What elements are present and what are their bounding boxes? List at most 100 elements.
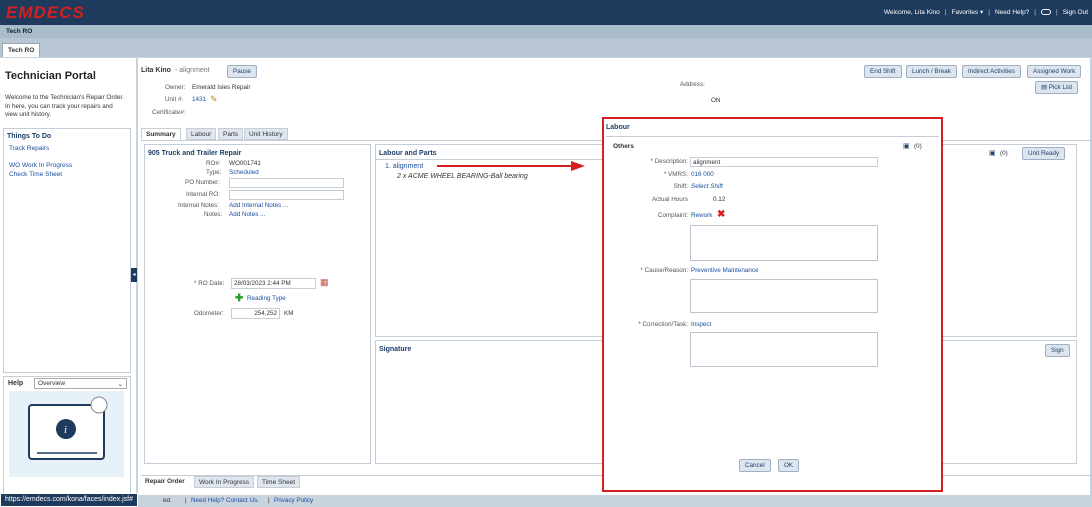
sub-bar: Tech RO (0, 25, 1092, 38)
cancel-button[interactable]: Cancel (739, 459, 771, 472)
indirect-activities-button[interactable]: Indirect Activities (962, 65, 1021, 78)
complaint-textarea[interactable] (690, 225, 878, 261)
cause-label: * Cause/Reason: (640, 267, 688, 274)
need-help-link[interactable]: Need Help? (995, 9, 1029, 16)
add-reading-icon[interactable]: ✚ (235, 293, 243, 304)
reading-type-link[interactable]: Reading Type (247, 295, 286, 302)
description-input[interactable]: alignment (690, 157, 878, 167)
binoculars-icon[interactable]: ▣ (989, 149, 996, 157)
unit-label: Unit #: (165, 96, 184, 103)
certificate-label: Certificate#: (152, 109, 186, 116)
tab-summary[interactable]: Summary (141, 128, 181, 140)
ro-label: RO#: (206, 160, 221, 167)
tab-parts[interactable]: Parts (218, 128, 244, 140)
portal-title: Technician Portal (5, 70, 96, 82)
odometer-unit: KM (284, 310, 294, 317)
labour-item-alignment[interactable]: 1. alignment (385, 163, 423, 170)
check-time-sheet-link[interactable]: Check Time Sheet (9, 171, 62, 178)
actual-hours-label: Actual Hours (651, 196, 688, 203)
sub-bar-title: Tech RO (6, 28, 33, 35)
ro-date-input[interactable]: 28/03/2023 2:44 PM (231, 278, 316, 289)
dialog-count: (0) (914, 143, 922, 150)
unit-ready-button[interactable]: Unit Ready (1022, 147, 1066, 160)
add-internal-notes-link[interactable]: Add Internal Notes ... (229, 202, 288, 209)
notes-label: Notes: (204, 211, 223, 218)
correction-link[interactable]: Inspect (691, 321, 711, 328)
dialog-binoculars-icon[interactable]: ▣ (903, 142, 910, 150)
internal-ro-label: Internal RO: (186, 191, 220, 198)
annotation-arrow (437, 161, 585, 171)
tab-tech-ro[interactable]: Tech RO (2, 43, 41, 57)
wo-work-in-progress-link[interactable]: WO Work In Progress (9, 162, 72, 169)
help-topic-select[interactable]: Overview ⌄ (34, 378, 127, 389)
job-title: - alignment (175, 67, 210, 74)
tab-unit-history[interactable]: Unit History (244, 128, 288, 140)
type-label: Type: (206, 169, 222, 176)
pick-list-button[interactable]: ▤ Pick List (1035, 81, 1079, 94)
calendar-icon[interactable]: ▦ (320, 277, 329, 288)
on-status: ON (711, 97, 721, 104)
actual-hours-value: 0.12 (713, 196, 726, 203)
video-player-icon: i (28, 396, 108, 460)
unit-link[interactable]: 1431 (192, 96, 206, 103)
internal-notes-label: Internal Notes: (178, 202, 219, 209)
internal-ro-input[interactable] (229, 190, 344, 200)
complaint-label: Complaint: (657, 212, 688, 219)
status-url-bar: https://emdecs.com/kona/faces/index.jsf# (0, 493, 139, 507)
shift-label: Shift: (673, 183, 688, 190)
vmrs-link[interactable]: 016 000 (691, 171, 714, 178)
labour-count: (0) (1000, 150, 1008, 157)
emdecs-logo[interactable]: EMDECS (6, 3, 85, 23)
select-shift-link[interactable]: Select Shift (691, 183, 723, 190)
lunch-break-button[interactable]: Lunch / Break (906, 65, 957, 78)
favorites-menu[interactable]: Favorites ▾ (951, 8, 983, 16)
help-video-thumbnail[interactable]: i (9, 391, 124, 477)
assigned-work-button[interactable]: Assigned Work (1027, 65, 1082, 78)
things-to-do-heading: Things To Do (7, 133, 52, 140)
tab-time-sheet[interactable]: Time Sheet (257, 476, 300, 488)
tab-strip (0, 38, 1092, 57)
owner-value: Emerald Isles Repair (192, 84, 251, 91)
end-shift-button[interactable]: End Shift (864, 65, 902, 78)
edit-pencil-icon[interactable]: ✎ (210, 94, 218, 105)
tab-labour[interactable]: Labour (186, 128, 217, 140)
pause-button[interactable]: Pause (227, 65, 257, 78)
dialog-title: Labour (606, 124, 630, 131)
sign-button[interactable]: Sign (1045, 344, 1070, 357)
type-value: Scheduled (229, 169, 259, 176)
add-notes-link[interactable]: Add Notes ... (229, 211, 265, 218)
complaint-rework-link[interactable]: Rework (691, 212, 712, 219)
track-repairs-link[interactable]: Track Repairs (9, 145, 49, 152)
correction-textarea[interactable] (690, 332, 878, 367)
remove-complaint-icon[interactable]: ✖ (717, 209, 725, 220)
printer-icon: ▤ (1041, 84, 1049, 91)
chat-icon[interactable] (1041, 9, 1051, 15)
description-label: * Description: (650, 158, 688, 165)
tab-repair-order[interactable]: Repair Order (141, 476, 189, 489)
cause-textarea[interactable] (690, 279, 878, 313)
tab-work-in-progress[interactable]: Work In Progress (194, 476, 255, 488)
po-number-label: PO Number: (185, 179, 220, 186)
ok-button[interactable]: OK (778, 459, 800, 472)
signature-title: Signature (379, 346, 412, 353)
help-label: Help (8, 380, 24, 387)
correction-label: * Correction/Task: (638, 321, 688, 328)
top-nav: Welcome, Lita Kino | Favorites ▾ | Need He… (883, 8, 1088, 17)
ro-date-label: * RO Date: (194, 280, 225, 287)
summary-title: 905 Truck and Trailer Repair (148, 150, 242, 157)
odometer-input[interactable]: 254,252 (231, 308, 280, 319)
technician-name: Lita Kino (141, 67, 171, 74)
collapse-panel-toggle[interactable]: ◂ (131, 268, 137, 282)
welcome-text: Welcome, Lita Kino (883, 8, 940, 16)
part-item: 2 x ACME WHEEL BEARING-Ball bearing (397, 173, 528, 180)
sign-out-link[interactable]: Sign Out (1063, 9, 1088, 16)
ro-value: WO001741 (229, 160, 261, 167)
labour-parts-title: Labour and Parts (379, 150, 437, 157)
address-label: Address: (680, 81, 705, 88)
contact-us-link[interactable]: Need Help? Contact Us. (191, 497, 259, 504)
privacy-policy-link[interactable]: Privacy Policy (274, 497, 313, 504)
cause-link[interactable]: Preventive Maintenance (691, 267, 759, 274)
dialog-title-divider (606, 136, 939, 137)
portal-intro: Welcome to the Technician's Repair Order… (5, 94, 124, 118)
po-number-input[interactable] (229, 178, 344, 188)
